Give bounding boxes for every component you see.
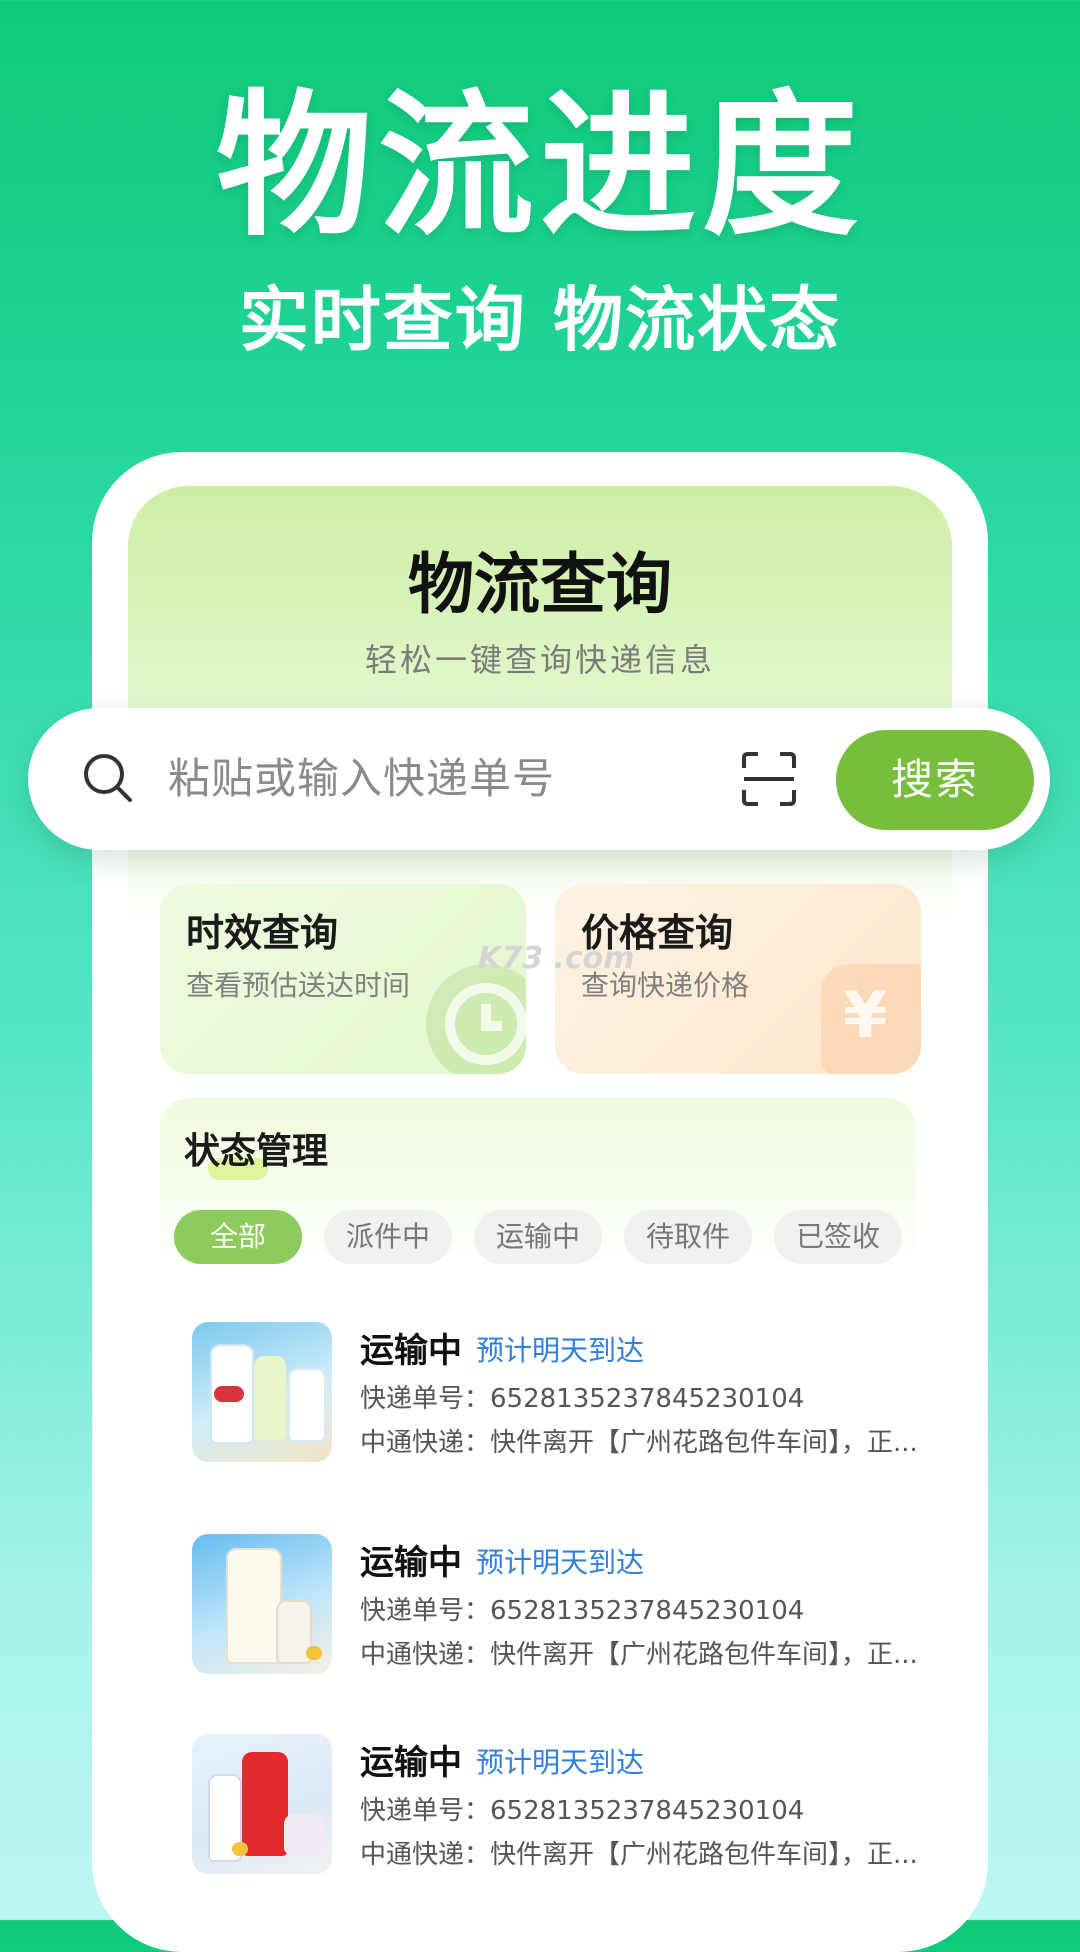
list-item[interactable]: 运输中 预计明天到达 快递单号：6528135237845230104 中通快递… <box>192 1734 918 1874</box>
tracking-info: 中通快递：快件离开【广州花路包件车间】，正... <box>360 1640 918 1670</box>
status-title: 状态管理 <box>184 1131 329 1172</box>
tab-signed[interactable]: 已签收 <box>774 1210 902 1264</box>
price-query-card[interactable]: 价格查询 查询快递价格 ¥ <box>555 884 921 1074</box>
search-bar[interactable]: 粘贴或输入快递单号 搜索 <box>28 708 1050 850</box>
card-desc: 查询快递价格 <box>581 969 750 1002</box>
tracking-info: 中通快递：快件离开【广州花路包件车间】，正... <box>360 1840 918 1870</box>
shipment-status: 运输中 <box>360 1331 462 1371</box>
tab-all[interactable]: 全部 <box>174 1210 302 1264</box>
status-panel: 状态管理 全部 派件中 运输中 待取件 已签收 <box>160 1098 916 1268</box>
time-query-card[interactable]: 时效查询 查看预估送达时间 <box>160 884 526 1074</box>
list-item[interactable]: 运输中 预计明天到达 快递单号：6528135237845230104 中通快递… <box>192 1534 918 1674</box>
tab-in-transit[interactable]: 运输中 <box>474 1210 602 1264</box>
scan-icon[interactable] <box>740 750 798 808</box>
shipment-status: 运输中 <box>360 1543 462 1583</box>
yen-icon: ¥ <box>821 964 921 1074</box>
clock-icon <box>426 964 526 1074</box>
shipment-status: 运输中 <box>360 1743 462 1783</box>
tracking-info: 中通快递：快件离开【广州花路包件车间】，正... <box>360 1428 918 1458</box>
shipment-eta: 预计明天到达 <box>476 1334 645 1367</box>
page-subtitle: 轻松一键查询快递信息 <box>364 641 715 679</box>
hero-subtitle: 实时查询 物流状态 <box>238 279 842 361</box>
tracking-number: 快递单号：6528135237845230104 <box>360 1796 805 1826</box>
card-desc: 查看预估送达时间 <box>186 969 411 1002</box>
search-icon <box>80 750 136 806</box>
tab-awaiting-pickup[interactable]: 待取件 <box>624 1210 752 1264</box>
tracking-number: 快递单号：6528135237845230104 <box>360 1384 805 1414</box>
shipment-eta: 预计明天到达 <box>476 1546 645 1579</box>
product-thumbnail <box>192 1734 332 1874</box>
tab-dispatching[interactable]: 派件中 <box>324 1210 452 1264</box>
search-input[interactable]: 粘贴或输入快递单号 <box>168 753 555 805</box>
product-thumbnail <box>192 1534 332 1674</box>
list-item[interactable]: 运输中 预计明天到达 快递单号：6528135237845230104 中通快递… <box>192 1322 918 1462</box>
watermark: K73 .com <box>478 941 635 976</box>
hero-title: 物流进度 <box>216 75 864 257</box>
shipment-eta: 预计明天到达 <box>476 1746 645 1779</box>
search-button[interactable]: 搜索 <box>836 730 1034 830</box>
product-thumbnail <box>192 1322 332 1462</box>
card-title: 时效查询 <box>186 911 339 955</box>
page-title: 物流查询 <box>408 546 672 623</box>
tracking-number: 快递单号：6528135237845230104 <box>360 1596 805 1626</box>
